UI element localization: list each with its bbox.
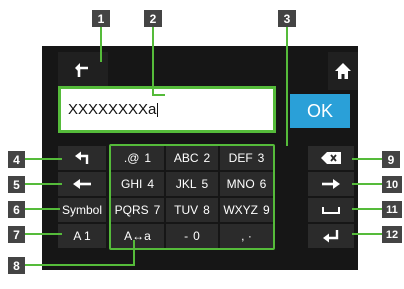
callout-1: 1 bbox=[92, 10, 110, 27]
callout-7: 7 bbox=[8, 226, 25, 243]
callout-number: 3 bbox=[283, 11, 291, 26]
callout-10: 10 bbox=[382, 176, 402, 193]
callout-number: 9 bbox=[387, 152, 395, 167]
callout-number: 1 bbox=[97, 11, 105, 26]
callout-number: 5 bbox=[13, 177, 20, 192]
callout-5: 5 bbox=[8, 176, 25, 193]
callout-number: 12 bbox=[385, 228, 399, 241]
callout-9: 9 bbox=[382, 151, 400, 168]
callout-number: 7 bbox=[13, 227, 20, 242]
callout-number: 6 bbox=[13, 202, 20, 217]
callout-12: 12 bbox=[382, 226, 402, 243]
callout-8: 8 bbox=[8, 257, 25, 274]
callout-number: 2 bbox=[149, 11, 157, 26]
callout-4: 4 bbox=[8, 151, 25, 168]
callout-number: 11 bbox=[386, 203, 398, 216]
callout-11: 11 bbox=[382, 201, 402, 218]
callout-lines bbox=[24, 23, 384, 266]
callout-number: 4 bbox=[13, 152, 20, 167]
callout-number: 10 bbox=[385, 178, 399, 191]
callout-3: 3 bbox=[278, 10, 296, 27]
callout-2: 2 bbox=[144, 10, 162, 27]
callout-6: 6 bbox=[8, 201, 25, 218]
callout-number: 8 bbox=[13, 258, 20, 273]
